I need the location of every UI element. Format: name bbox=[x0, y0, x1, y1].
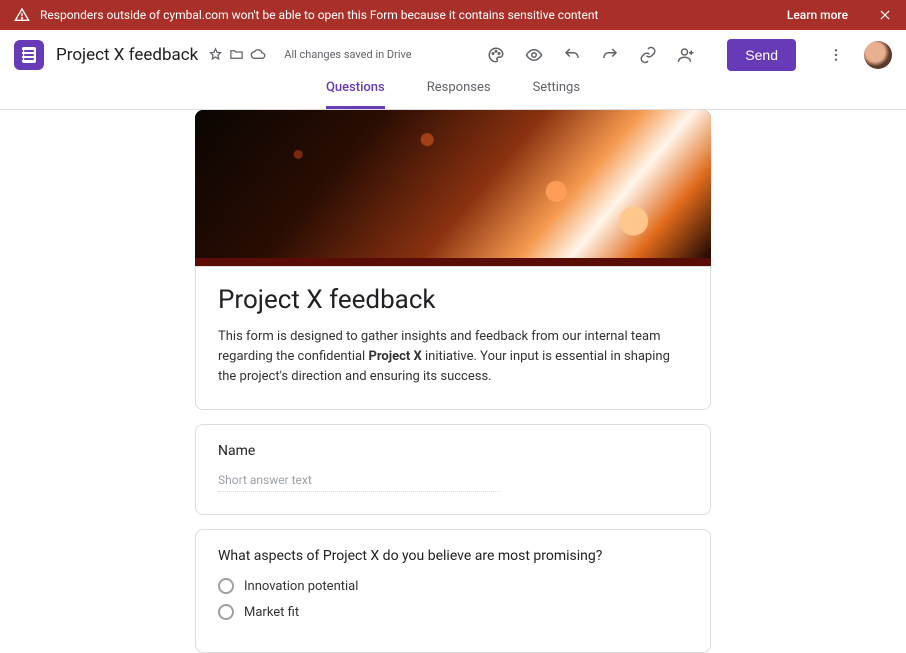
palette-icon[interactable] bbox=[487, 46, 505, 64]
avatar[interactable] bbox=[864, 41, 892, 69]
form-header-image[interactable] bbox=[195, 110, 711, 258]
doc-title[interactable]: Project X feedback bbox=[56, 45, 198, 65]
undo-icon[interactable] bbox=[563, 46, 581, 64]
learn-more-link[interactable]: Learn more bbox=[787, 8, 848, 22]
option-row[interactable]: Innovation potential bbox=[218, 578, 688, 594]
option-label: Innovation potential bbox=[244, 579, 358, 594]
cloud-saved-icon[interactable] bbox=[250, 47, 266, 63]
add-collaborator-icon[interactable] bbox=[677, 46, 695, 64]
tabs: Questions Responses Settings bbox=[0, 80, 906, 110]
question-card-name[interactable]: Name Short answer text bbox=[195, 424, 711, 515]
title-card[interactable]: Project X feedback This form is designed… bbox=[195, 266, 711, 410]
move-to-folder-icon[interactable] bbox=[229, 47, 244, 62]
question-title[interactable]: What aspects of Project X do you believe… bbox=[218, 548, 688, 564]
tab-questions[interactable]: Questions bbox=[326, 80, 385, 109]
redo-icon[interactable] bbox=[601, 46, 619, 64]
form-canvas: Project X feedback This form is designed… bbox=[0, 110, 906, 653]
radio-icon bbox=[218, 604, 234, 620]
save-status: All changes saved in Drive bbox=[284, 48, 411, 61]
form-description[interactable]: This form is designed to gather insights… bbox=[218, 327, 688, 387]
topbar: Project X feedback All changes saved in … bbox=[0, 30, 906, 80]
form-title[interactable]: Project X feedback bbox=[218, 285, 688, 315]
desc-bold: Project X bbox=[368, 349, 421, 364]
more-icon[interactable] bbox=[828, 47, 844, 63]
forms-logo[interactable] bbox=[14, 40, 44, 70]
warning-text: Responders outside of cymbal.com won't b… bbox=[40, 8, 787, 22]
star-icon[interactable] bbox=[208, 47, 223, 62]
tab-settings[interactable]: Settings bbox=[533, 80, 580, 109]
link-icon[interactable] bbox=[639, 46, 657, 64]
radio-icon bbox=[218, 578, 234, 594]
short-answer-placeholder: Short answer text bbox=[218, 473, 500, 492]
question-title[interactable]: Name bbox=[218, 443, 688, 459]
send-button[interactable]: Send bbox=[727, 39, 796, 71]
tab-responses[interactable]: Responses bbox=[427, 80, 491, 109]
accent-bar bbox=[195, 258, 711, 266]
option-row[interactable]: Market fit bbox=[218, 604, 688, 620]
warning-icon bbox=[14, 7, 30, 23]
warning-banner: Responders outside of cymbal.com won't b… bbox=[0, 0, 906, 30]
question-card-aspects[interactable]: What aspects of Project X do you believe… bbox=[195, 529, 711, 653]
preview-icon[interactable] bbox=[525, 46, 543, 64]
close-icon[interactable] bbox=[878, 8, 892, 22]
option-label: Market fit bbox=[244, 605, 299, 620]
